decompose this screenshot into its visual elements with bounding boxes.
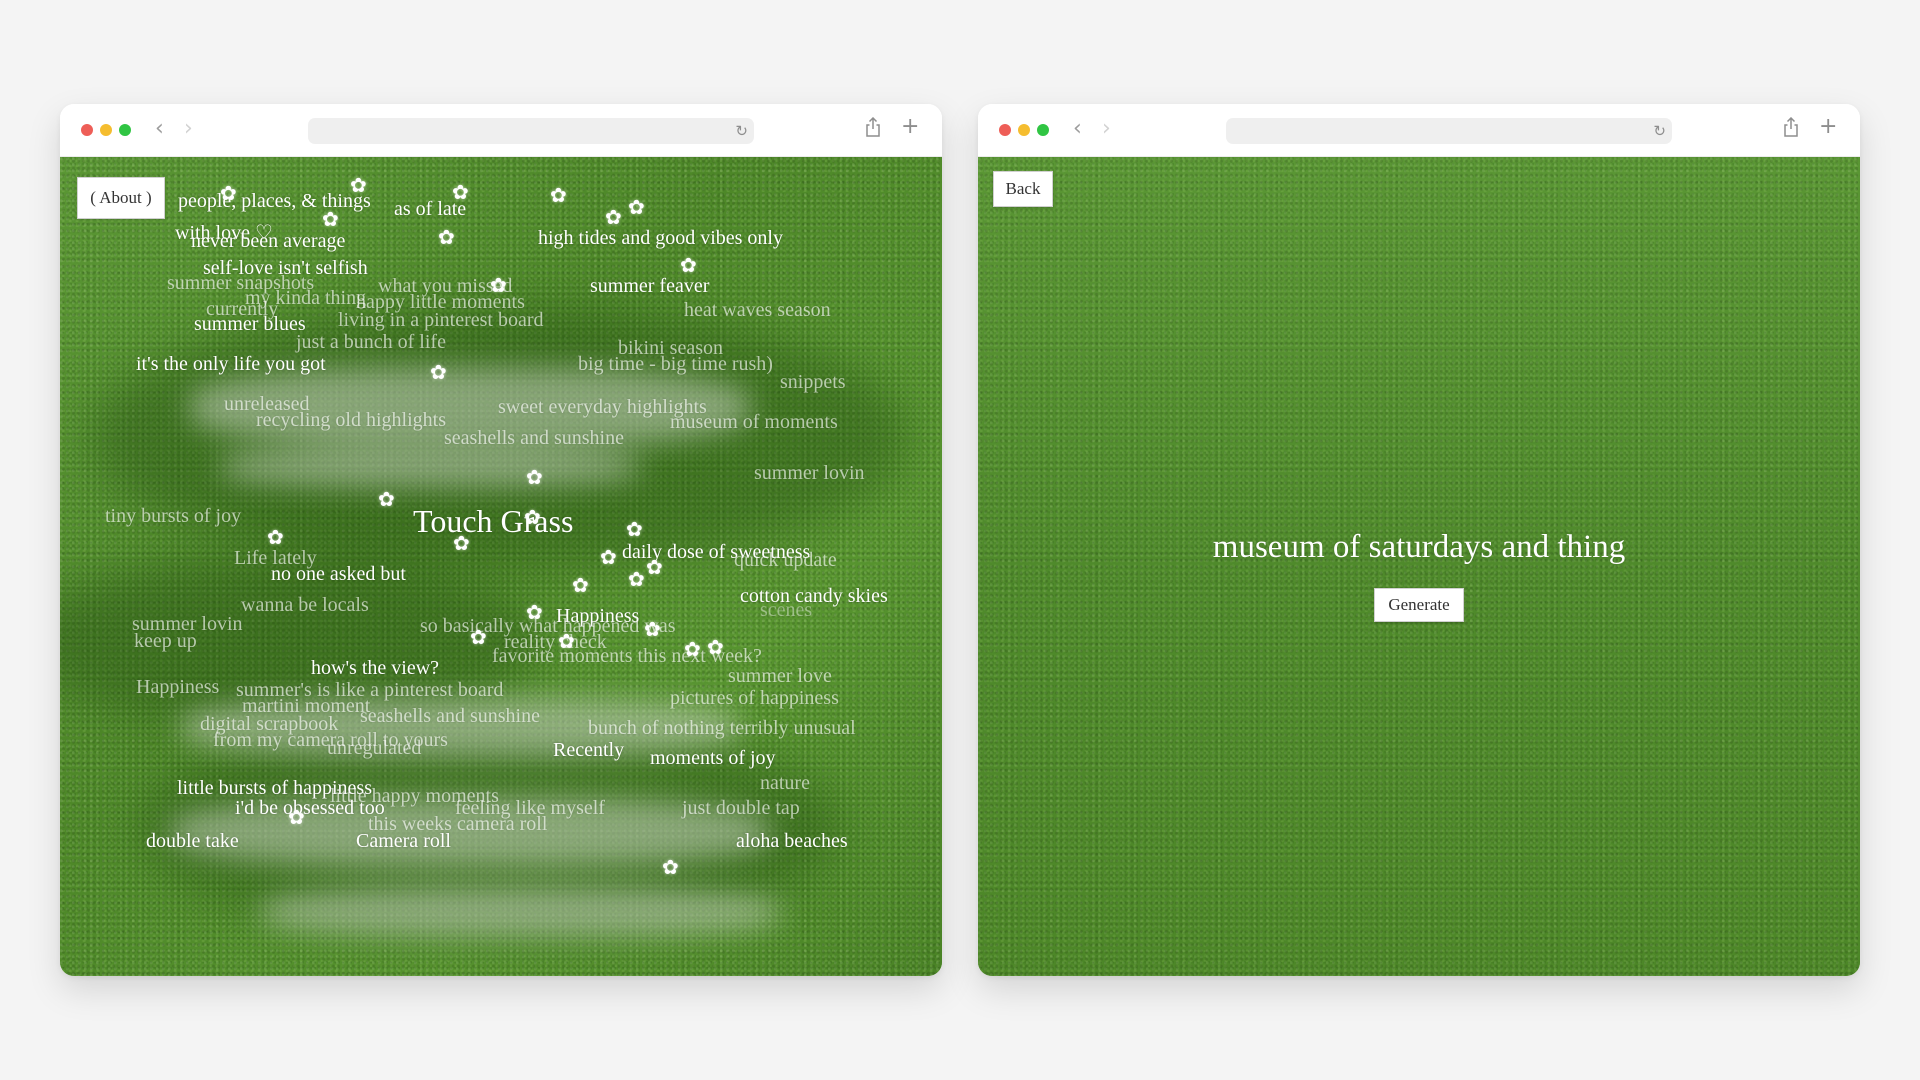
browser-window-right: ‹ › ↻ + Back museum of saturdays and thi… — [978, 104, 1860, 976]
flower-icon: ✿ — [646, 555, 663, 579]
flower-icon: ✿ — [600, 545, 617, 569]
phrase: summer lovin — [754, 462, 865, 484]
phrase: museum of moments — [670, 411, 838, 433]
phrase: seashells and sunshine — [360, 705, 540, 727]
phrase: unregulated — [327, 737, 422, 759]
phrase: seashells and sunshine — [444, 427, 624, 449]
flower-icon: ✿ — [453, 531, 470, 555]
flower-icon: ✿ — [452, 180, 469, 204]
address-bar[interactable]: ↻ — [1226, 118, 1672, 144]
flower-icon: ✿ — [378, 487, 395, 511]
phrase: summer love — [728, 665, 832, 687]
phrase: bunch of nothing terribly unusual — [588, 717, 856, 739]
flower-icon: ✿ — [524, 505, 541, 529]
close-window-button[interactable] — [999, 124, 1011, 136]
phrase: nature — [760, 772, 810, 794]
close-window-button[interactable] — [81, 124, 93, 136]
flower-icon: ✿ — [220, 181, 237, 205]
chevron-left-icon[interactable]: ‹ — [1073, 116, 1082, 142]
flower-icon: ✿ — [550, 183, 567, 207]
flower-icon: ✿ — [526, 465, 543, 489]
phrase: high tides and good vibes only — [538, 227, 783, 249]
browser-toolbar: ‹ › ↻ + — [978, 104, 1860, 157]
about-button[interactable]: ( About ) — [77, 177, 165, 219]
phrase: aloha beaches — [736, 830, 848, 852]
share-icon[interactable] — [1783, 117, 1799, 137]
flower-icon: ✿ — [558, 629, 575, 653]
phrase: quick update — [734, 549, 837, 571]
chevron-right-icon[interactable]: › — [184, 116, 193, 142]
phrase: snippets — [780, 371, 846, 393]
chevron-left-icon[interactable]: ‹ — [155, 116, 164, 142]
phrase: Camera roll — [356, 830, 451, 852]
word-cloud-canvas: ( About ) people, places, & things as of… — [60, 157, 942, 976]
browser-window-left: ‹ › ↻ + ( About ) people, places, & thin… — [60, 104, 942, 976]
phrase: no one asked but — [271, 563, 406, 585]
flower-icon: ✿ — [684, 637, 701, 661]
phrase: Happiness — [136, 676, 220, 698]
phrase: scenes — [760, 599, 813, 621]
phrase: just a bunch of life — [296, 331, 446, 353]
phrase: recycling old highlights — [256, 409, 446, 431]
zoom-window-button[interactable] — [119, 124, 131, 136]
generated-title: museum of saturdays and thing — [1212, 529, 1626, 565]
flower-icon: ✿ — [430, 360, 447, 384]
minimize-window-button[interactable] — [1018, 124, 1030, 136]
flower-icon: ✿ — [707, 635, 724, 659]
flower-icon: ✿ — [680, 253, 697, 277]
phrase: wanna be locals — [241, 594, 369, 616]
flower-icon: ✿ — [572, 573, 589, 597]
phrase: just double tap — [682, 797, 800, 819]
phrase: never been average — [191, 230, 346, 252]
plus-icon[interactable]: + — [901, 114, 919, 140]
share-icon[interactable] — [865, 117, 881, 137]
flower-icon: ✿ — [628, 567, 645, 591]
phrase: how's the view? — [311, 657, 440, 679]
plus-icon[interactable]: + — [1819, 114, 1837, 140]
phrase: living in a pinterest board — [338, 309, 544, 331]
zoom-window-button[interactable] — [1037, 124, 1049, 136]
flower-icon: ✿ — [526, 600, 543, 624]
browser-toolbar: ‹ › ↻ + — [60, 104, 942, 157]
flower-icon: ✿ — [626, 517, 643, 541]
flower-icon: ✿ — [490, 273, 507, 297]
flower-icon: ✿ — [438, 225, 455, 249]
flower-icon: ✿ — [662, 855, 679, 879]
phrase: heat waves season — [684, 299, 831, 321]
phrase: i'd be obsessed too — [235, 797, 385, 819]
phrase: double take — [146, 830, 239, 852]
flower-icon: ✿ — [322, 207, 339, 231]
phrase: summer feaver — [590, 275, 710, 297]
address-bar[interactable]: ↻ — [308, 118, 754, 144]
phrase: keep up — [134, 630, 197, 652]
flower-icon: ✿ — [628, 195, 645, 219]
flower-icon: ✿ — [350, 173, 367, 197]
phrase: it's the only life you got — [136, 353, 326, 375]
generate-button[interactable]: Generate — [1374, 588, 1464, 622]
phrase: people, places, & things — [178, 190, 371, 212]
flower-icon: ✿ — [605, 205, 622, 229]
phrase: pictures of happiness — [670, 687, 839, 709]
flower-icon: ✿ — [644, 617, 661, 641]
flower-icon: ✿ — [267, 525, 284, 549]
chevron-right-icon[interactable]: › — [1102, 116, 1111, 142]
reload-icon[interactable]: ↻ — [735, 120, 748, 142]
flower-icon: ✿ — [470, 625, 487, 649]
phrase: big time - big time rush) — [578, 353, 773, 375]
phrase: summer blues — [194, 313, 306, 335]
generator-canvas: Back museum of saturdays and thing Gener… — [978, 157, 1860, 976]
phrase: tiny bursts of joy — [105, 505, 242, 527]
flower-icon: ✿ — [288, 805, 305, 829]
minimize-window-button[interactable] — [100, 124, 112, 136]
back-button[interactable]: Back — [993, 171, 1053, 207]
page-title: Touch Grass — [413, 503, 574, 539]
phrase: Recently — [553, 739, 625, 761]
reload-icon[interactable]: ↻ — [1653, 120, 1666, 142]
phrase: moments of joy — [650, 747, 776, 769]
